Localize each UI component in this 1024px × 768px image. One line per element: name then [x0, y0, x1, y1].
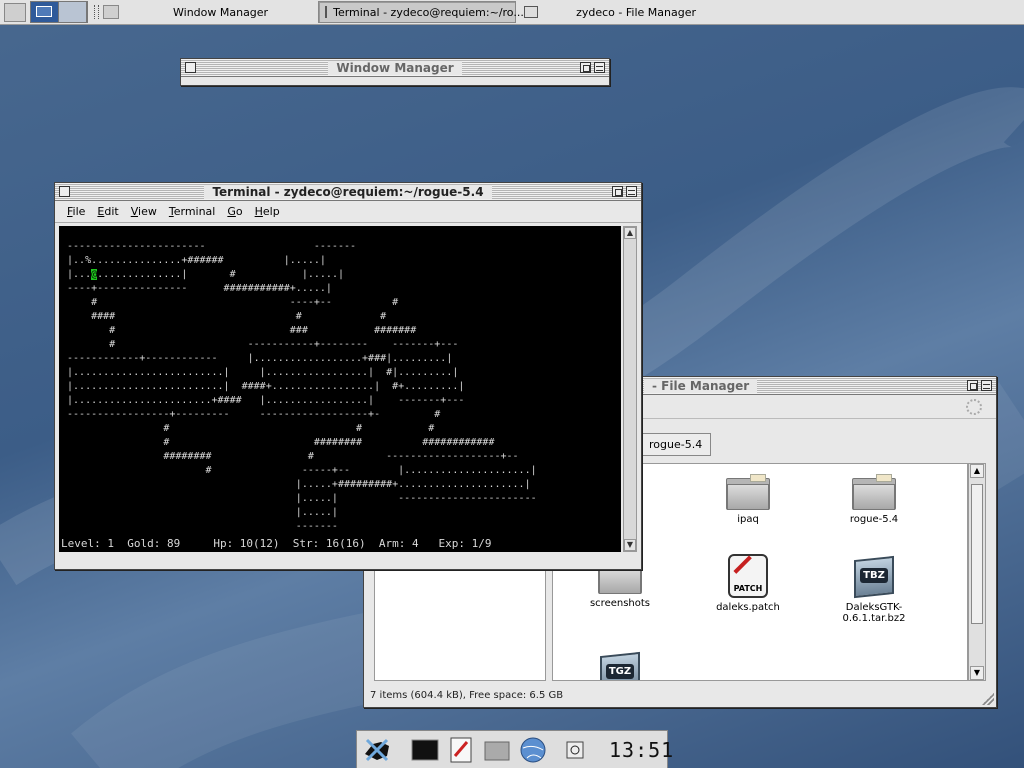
patch-file-icon: PATCH	[728, 554, 768, 598]
rogue-status-line: Level: 1 Gold: 89 Hp: 10(12) Str: 16(16)…	[61, 537, 492, 550]
window-manager-window: Window Manager	[180, 58, 610, 86]
fm-status-bar: 7 items (604.4 kB), Free space: 6.5 GB	[370, 690, 564, 701]
file-manager-icon	[524, 6, 539, 18]
file-manager-launcher-icon[interactable]	[481, 734, 513, 766]
task-file-manager[interactable]: zydeco - File Manager	[518, 1, 702, 23]
terminal-icon	[325, 6, 328, 18]
scroll-down-arrow-icon[interactable]: ▼	[624, 539, 636, 551]
web-browser-icon[interactable]	[517, 734, 549, 766]
terminal-window: Terminal - zydeco@requiem:~/rogue-5.4 Fi…	[54, 182, 642, 570]
file-item[interactable]: TBZ DaleksGTK-0.6.1.tar.bz2	[819, 554, 929, 624]
menu-help[interactable]: Help	[249, 205, 286, 218]
window-title: - File Manager	[644, 378, 758, 393]
scroll-up-arrow-icon[interactable]: ▲	[624, 227, 636, 239]
file-name: rogue-5.4	[849, 514, 899, 525]
scroll-up-arrow-icon[interactable]: ▲	[970, 464, 984, 478]
show-desktop-icon[interactable]	[4, 2, 26, 22]
close-button[interactable]	[59, 186, 70, 197]
xfce-mouse-icon[interactable]	[361, 734, 393, 766]
busy-spinner-icon	[966, 399, 982, 415]
window-title: Terminal - zydeco@requiem:~/rogue-5.4	[204, 184, 492, 199]
file-name: daleks.patch	[716, 602, 780, 613]
path-button[interactable]: rogue-5.4	[640, 433, 712, 456]
close-button[interactable]	[185, 62, 196, 73]
workspace-pager[interactable]	[30, 1, 88, 23]
resize-grip[interactable]	[982, 693, 994, 705]
maximize-button[interactable]	[612, 186, 623, 197]
window-titlebar[interactable]: Terminal - zydeco@requiem:~/rogue-5.4	[55, 183, 641, 201]
file-item[interactable]: ipaq	[693, 474, 803, 525]
workspace-1[interactable]	[31, 2, 59, 22]
task-window-manager[interactable]: Window Manager	[167, 1, 274, 23]
terminal-screen[interactable]: ----------------------- ------- |..%....…	[59, 226, 621, 552]
menu-file[interactable]: File	[61, 205, 91, 218]
text-editor-icon[interactable]	[445, 734, 477, 766]
maximize-button[interactable]	[967, 380, 978, 391]
folder-icon	[852, 474, 896, 510]
menu-edit[interactable]: Edit	[91, 205, 124, 218]
shade-button[interactable]	[981, 380, 992, 391]
logout-icon[interactable]	[565, 734, 587, 766]
file-item[interactable]: TGZ	[565, 650, 675, 680]
scroll-thumb[interactable]	[971, 484, 983, 624]
fm-scrollbar[interactable]: ▲ ▼	[968, 463, 986, 681]
terminal-launcher-icon[interactable]	[409, 734, 441, 766]
window-titlebar[interactable]: Window Manager	[181, 59, 609, 77]
terminal-text: ..............| # |.....| ----+---------…	[67, 269, 537, 532]
task-label: Terminal - zydeco@requiem:~/ro...	[333, 5, 524, 19]
taskbar-handle[interactable]	[94, 5, 99, 19]
window-list-icon[interactable]	[103, 5, 119, 19]
tbz-archive-icon: TBZ	[852, 554, 896, 599]
bottom-panel: 13:51	[356, 730, 673, 768]
terminal-output: ----------------------- ------- |..%....…	[59, 226, 537, 534]
maximize-button[interactable]	[580, 62, 591, 73]
file-item[interactable]: PATCH daleks.patch	[693, 554, 803, 613]
file-name: DaleksGTK-0.6.1.tar.bz2	[842, 602, 906, 624]
terminal-menubar: File Edit View Terminal Go Help	[55, 201, 641, 223]
file-name: screenshots	[589, 598, 651, 609]
tgz-archive-icon: TGZ	[598, 650, 642, 680]
task-terminal[interactable]: Terminal - zydeco@requiem:~/ro...	[318, 1, 524, 23]
task-label: Window Manager	[173, 5, 269, 19]
clock[interactable]: 13:51	[609, 738, 674, 762]
top-taskbar: Window Manager Terminal - zydeco@requiem…	[0, 0, 1024, 25]
scroll-down-arrow-icon[interactable]: ▼	[970, 666, 984, 680]
menu-go[interactable]: Go	[221, 205, 248, 218]
path-bar: rogue-5.4	[640, 433, 712, 456]
terminal-scrollbar[interactable]: ▲ ▼	[623, 226, 637, 552]
menu-view[interactable]: View	[125, 205, 163, 218]
file-name: ipaq	[737, 514, 759, 525]
folder-icon	[726, 474, 770, 510]
task-label: zydeco - File Manager	[576, 5, 696, 19]
shade-button[interactable]	[626, 186, 637, 197]
menu-terminal[interactable]: Terminal	[163, 205, 222, 218]
shade-button[interactable]	[594, 62, 605, 73]
file-item[interactable]: rogue-5.4	[819, 474, 929, 525]
workspace-2[interactable]	[59, 2, 87, 22]
window-title: Window Manager	[328, 60, 462, 75]
